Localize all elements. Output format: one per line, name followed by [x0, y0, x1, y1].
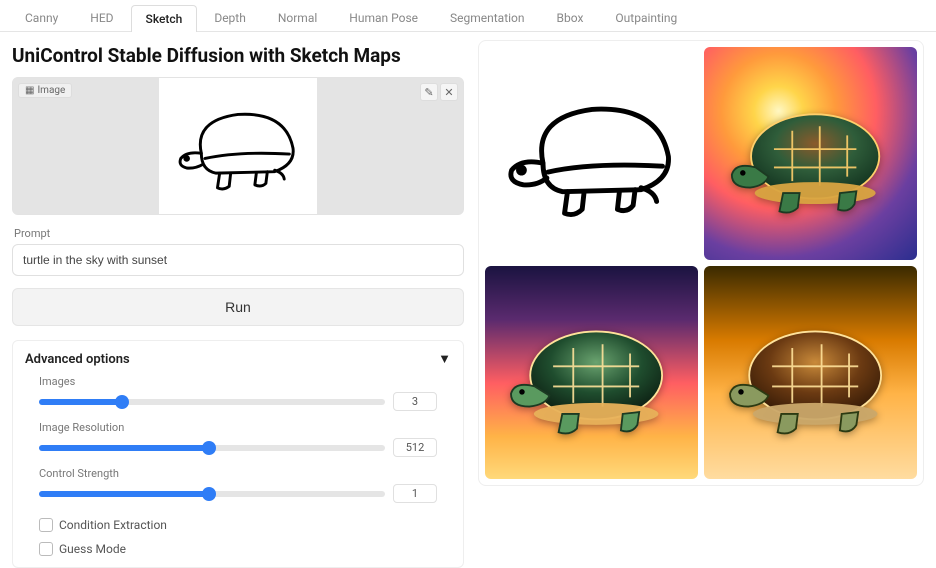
tab-sketch[interactable]: Sketch — [131, 5, 198, 32]
gallery-cell-render-2[interactable] — [485, 266, 698, 479]
slider-images-value: 3 — [393, 392, 437, 411]
gallery-cell-render-1[interactable] — [704, 47, 917, 260]
prompt-input[interactable] — [12, 244, 464, 276]
slider-resolution-track[interactable] — [39, 445, 385, 451]
check-condition-extraction[interactable]: Condition Extraction — [25, 513, 451, 537]
slider-control-strength-value: 1 — [393, 484, 437, 503]
input-image-box[interactable]: ▦ Image ✎ ✕ — [12, 77, 464, 215]
gallery-cell-render-3[interactable] — [704, 266, 917, 479]
slider-resolution: Image Resolution 512 — [25, 421, 451, 457]
gallery-cell-sketch[interactable] — [485, 47, 698, 260]
run-button[interactable]: Run — [12, 288, 464, 326]
page-title: UniControl Stable Diffusion with Sketch … — [12, 44, 464, 67]
advanced-options-title: Advanced options — [25, 352, 130, 367]
tab-canny[interactable]: Canny — [10, 4, 73, 31]
tab-segmentation[interactable]: Segmentation — [435, 4, 540, 31]
turtle-sketch-icon — [163, 91, 313, 201]
image-label: ▦ Image — [18, 83, 72, 98]
prompt-label: Prompt — [14, 227, 464, 240]
chevron-down-icon: ▼ — [438, 351, 451, 367]
advanced-options: Advanced options ▼ Images 3 Image Resolu… — [12, 340, 464, 568]
tab-outpainting[interactable]: Outpainting — [600, 4, 692, 31]
advanced-options-toggle[interactable]: Advanced options ▼ — [25, 351, 451, 367]
image-label-text: Image — [37, 85, 65, 96]
check-guess-mode-label: Guess Mode — [59, 542, 126, 556]
edit-image-button[interactable]: ✎ — [420, 83, 438, 101]
slider-images-track[interactable] — [39, 399, 385, 405]
checkbox-icon[interactable] — [39, 542, 53, 556]
tab-hed[interactable]: HED — [75, 4, 128, 31]
clear-image-button[interactable]: ✕ — [440, 83, 458, 101]
edit-icon: ✎ — [424, 86, 433, 99]
slider-resolution-value: 512 — [393, 438, 437, 457]
check-condition-extraction-label: Condition Extraction — [59, 518, 167, 532]
tab-normal[interactable]: Normal — [263, 4, 332, 31]
tab-depth[interactable]: Depth — [199, 4, 261, 31]
turtle-render-icon — [719, 304, 902, 441]
slider-images: Images 3 — [25, 375, 451, 411]
slider-images-label: Images — [39, 375, 437, 388]
close-icon: ✕ — [444, 86, 453, 99]
image-icon: ▦ — [25, 85, 34, 96]
turtle-sketch-large-icon — [494, 80, 690, 227]
turtle-render-icon — [719, 85, 902, 222]
turtle-render-icon — [500, 304, 683, 441]
slider-control-strength-label: Control Strength — [39, 467, 437, 480]
tab-bar: Canny HED Sketch Depth Normal Human Pose… — [0, 0, 936, 32]
tab-bbox[interactable]: Bbox — [542, 4, 599, 31]
checkbox-icon[interactable] — [39, 518, 53, 532]
output-gallery — [478, 40, 924, 486]
slider-control-strength: Control Strength 1 — [25, 467, 451, 503]
slider-resolution-label: Image Resolution — [39, 421, 437, 434]
tab-human-pose[interactable]: Human Pose — [334, 4, 433, 31]
slider-control-strength-track[interactable] — [39, 491, 385, 497]
check-guess-mode[interactable]: Guess Mode — [25, 537, 451, 561]
